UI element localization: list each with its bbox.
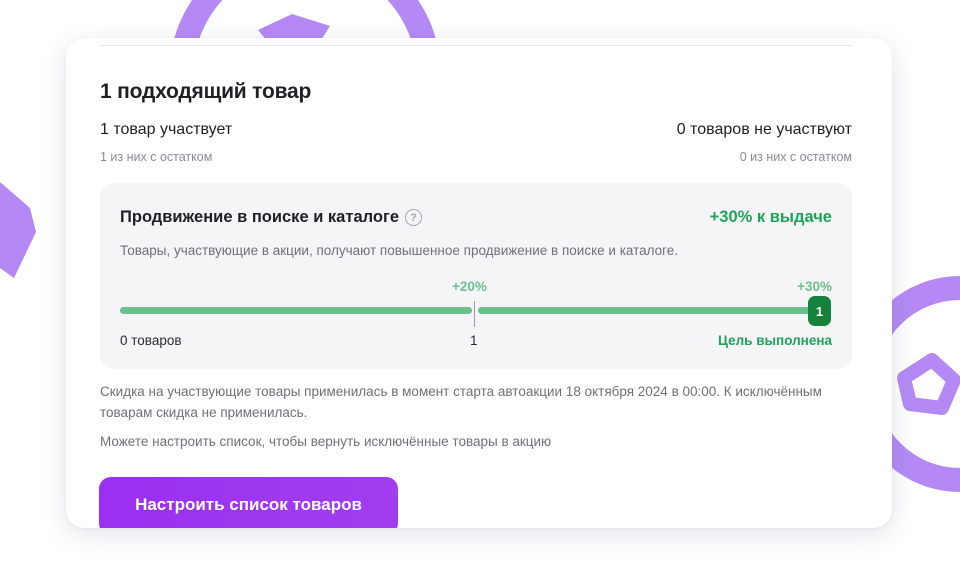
card-title: 1 подходящий товар xyxy=(100,80,312,103)
milestone-label-30: +30% xyxy=(797,279,832,294)
participating-stock: 1 из них с остатком xyxy=(100,150,213,164)
configure-product-list-button[interactable]: Настроить список товаров xyxy=(99,477,398,528)
promotion-card: 1 подходящий товар 1 товар участвует 0 т… xyxy=(66,38,892,528)
promotion-description: Товары, участвующие в акции, получают по… xyxy=(120,243,679,258)
decor-pentagon-left-icon xyxy=(0,182,36,278)
scale-mid-label: 1 xyxy=(470,333,478,348)
not-participating-count: 0 товаров не участвуют xyxy=(676,121,852,138)
not-participating-stock: 0 из них с остатком xyxy=(739,150,852,164)
configure-hint: Можете настроить список, чтобы вернуть и… xyxy=(100,434,552,449)
promotion-progress-panel: Продвижение в поиске и каталоге ? +30% к… xyxy=(100,183,852,369)
promotion-bonus: +30% к выдаче xyxy=(709,208,832,226)
milestone-label-20: +20% xyxy=(452,279,487,294)
promotion-title-row: Продвижение в поиске и каталоге ? xyxy=(120,208,423,227)
progress-milestone-tick xyxy=(474,301,475,327)
divider xyxy=(100,45,852,46)
progress-count-badge: 1 xyxy=(808,296,831,326)
progress-segment-1 xyxy=(120,307,472,314)
discount-note: Скидка на участвующие товары применилась… xyxy=(100,384,822,420)
scale-start-label: 0 товаров xyxy=(120,333,182,348)
progress-segment-2 xyxy=(478,307,824,314)
participating-count: 1 товар участвует xyxy=(100,121,233,138)
goal-status: Цель выполнена xyxy=(718,333,832,348)
question-circle-icon[interactable]: ? xyxy=(405,209,423,226)
decor-ring-right-icon xyxy=(880,276,960,492)
promotion-title: Продвижение в поиске и каталоге xyxy=(120,208,400,226)
